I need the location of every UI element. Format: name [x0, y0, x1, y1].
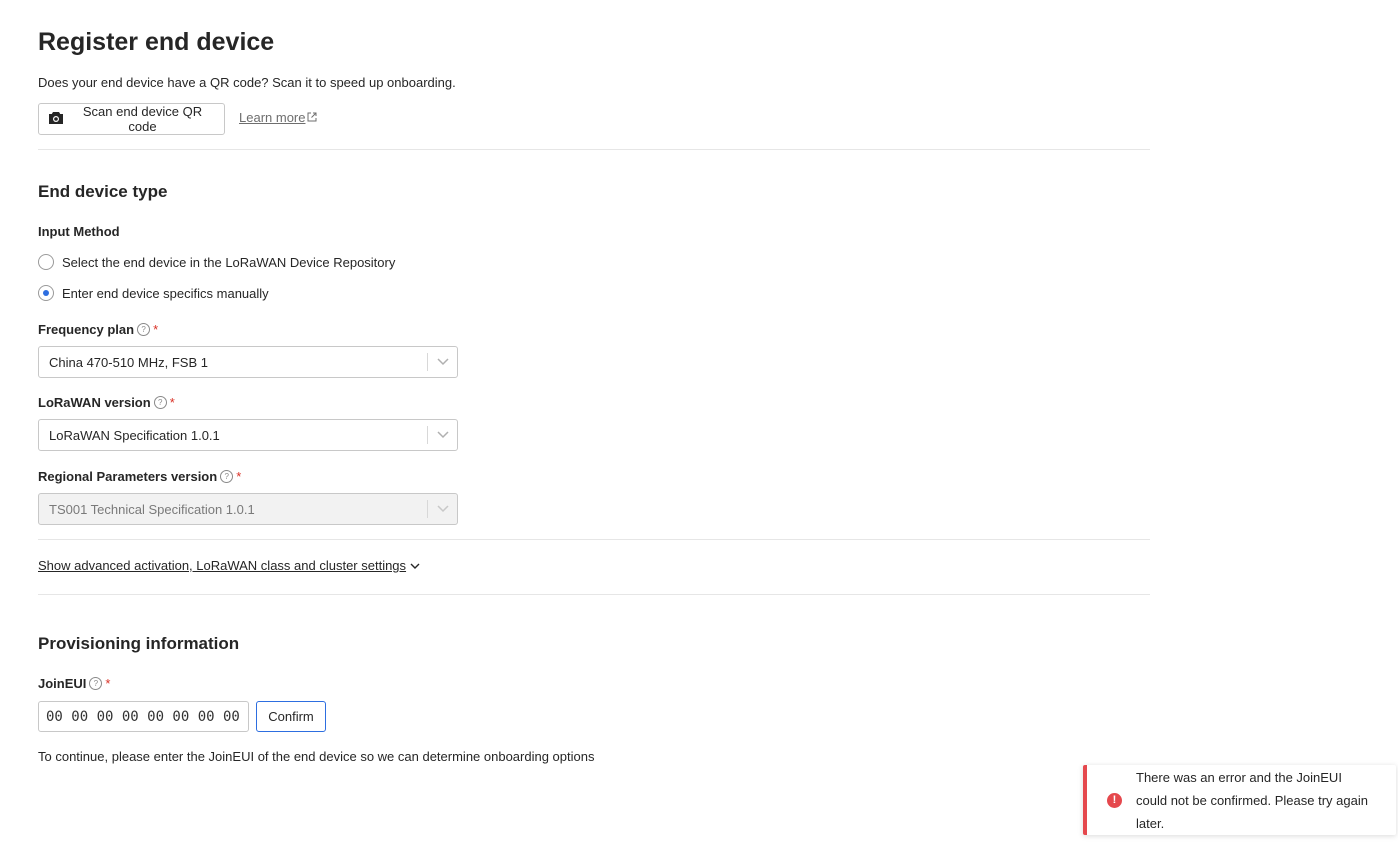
lorawan-version-value: LoRaWAN Specification 1.0.1	[49, 427, 220, 443]
radio-label: Enter end device specifics manually	[62, 285, 269, 301]
radio-button-selected[interactable]	[38, 285, 54, 301]
lorawan-version-select[interactable]: LoRaWAN Specification 1.0.1	[38, 419, 458, 451]
provisioning-title: Provisioning information	[38, 634, 240, 653]
required-marker: *	[105, 676, 111, 691]
join-eui-hint: To continue, please enter the JoinEUI of…	[38, 749, 595, 764]
help-icon[interactable]: ?	[137, 323, 151, 336]
show-advanced-settings-label: Show advanced activation, LoRaWAN class …	[38, 558, 407, 573]
lorawan-version-label: LoRaWAN version ? *	[38, 395, 175, 410]
divider	[38, 594, 1150, 595]
qr-description: Does your end device have a QR code? Sca…	[38, 75, 456, 90]
confirm-button[interactable]: Confirm	[256, 701, 326, 732]
required-marker: *	[153, 322, 159, 337]
radio-button[interactable]	[38, 254, 54, 270]
page-title: Register end device	[38, 28, 275, 56]
scan-qr-button-label: Scan end device QR code	[82, 104, 203, 134]
join-eui-label-text: JoinEUI	[38, 676, 87, 691]
learn-more-label: Learn more	[239, 110, 306, 125]
show-advanced-settings-link[interactable]: Show advanced activation, LoRaWAN class …	[38, 558, 420, 573]
regional-parameters-label: Regional Parameters version ? *	[38, 469, 241, 484]
error-icon: !	[1107, 792, 1122, 808]
help-icon[interactable]: ?	[89, 677, 103, 690]
learn-more-link[interactable]: Learn more	[239, 110, 317, 125]
scan-qr-button[interactable]: Scan end device QR code	[38, 103, 225, 135]
radio-manual-entry[interactable]: Enter end device specifics manually	[38, 285, 269, 301]
frequency-plan-select[interactable]: China 470-510 MHz, FSB 1	[38, 346, 458, 378]
regional-parameters-label-text: Regional Parameters version	[38, 469, 218, 484]
error-toast-message: There was an error and the JoinEUI could…	[1136, 769, 1368, 831]
input-method-label: Input Method	[38, 224, 120, 239]
divider	[38, 149, 1150, 150]
regional-parameters-value: TS001 Technical Specification 1.0.1	[49, 501, 255, 517]
divider	[38, 539, 1150, 540]
camera-icon	[48, 111, 64, 128]
radio-device-repository[interactable]: Select the end device in the LoRaWAN Dev…	[38, 254, 395, 270]
join-eui-label: JoinEUI ? *	[38, 676, 110, 691]
frequency-plan-label: Frequency plan ? *	[38, 322, 158, 337]
help-icon[interactable]: ?	[220, 470, 234, 483]
chevron-down-icon	[410, 558, 420, 573]
external-link-icon	[307, 110, 317, 125]
chevron-down-icon[interactable]	[428, 431, 457, 439]
frequency-plan-value: China 470-510 MHz, FSB 1	[49, 354, 208, 370]
required-marker: *	[236, 469, 242, 484]
lorawan-version-label-text: LoRaWAN version	[38, 395, 151, 410]
frequency-plan-label-text: Frequency plan	[38, 322, 135, 337]
end-device-type-title: End device type	[38, 182, 168, 201]
radio-label: Select the end device in the LoRaWAN Dev…	[62, 254, 396, 270]
chevron-down-icon	[428, 505, 457, 513]
error-toast[interactable]: ! There was an error and the JoinEUI cou…	[1083, 765, 1396, 835]
required-marker: *	[169, 395, 175, 410]
chevron-down-icon[interactable]	[428, 358, 457, 366]
join-eui-input[interactable]	[38, 701, 249, 732]
help-icon[interactable]: ?	[153, 396, 167, 409]
regional-parameters-select: TS001 Technical Specification 1.0.1	[38, 493, 458, 525]
